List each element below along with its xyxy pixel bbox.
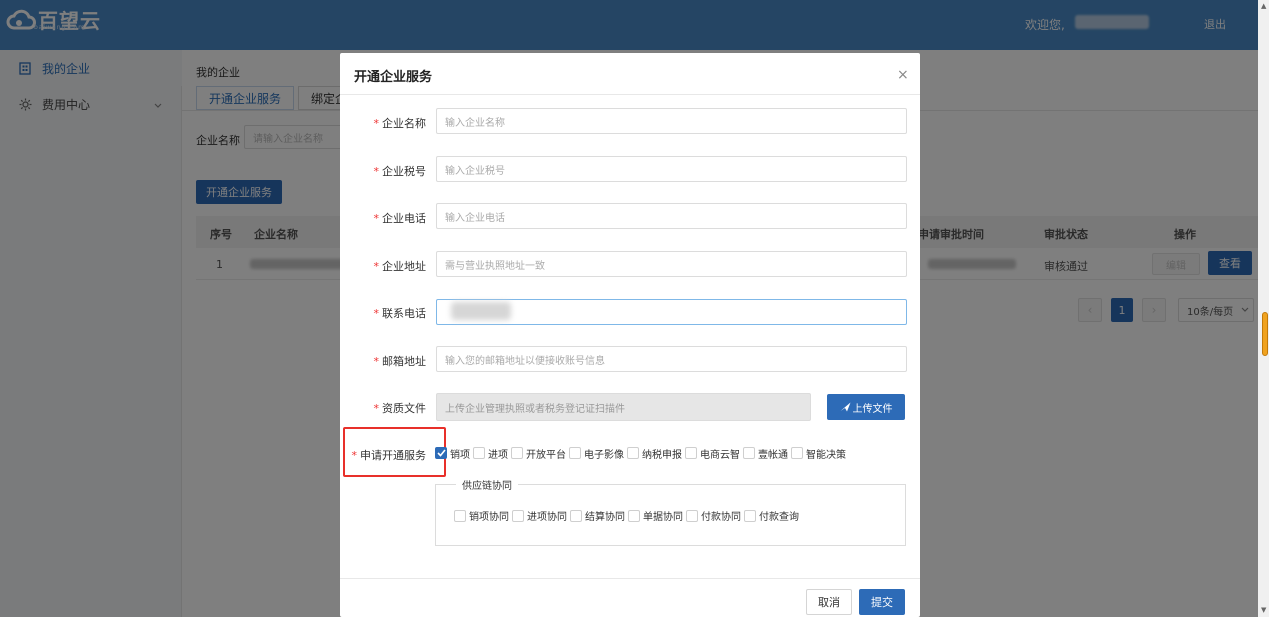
- submit-button[interactable]: 提交: [859, 589, 905, 615]
- service-checkbox-1[interactable]: 进项: [473, 446, 508, 461]
- send-icon: [840, 402, 850, 412]
- company-phone-label: * 企业电话: [373, 212, 427, 225]
- checkbox-empty-icon[interactable]: [627, 447, 639, 459]
- dialog-header-divider: [340, 94, 920, 95]
- service-checkbox-7[interactable]: 智能决策: [791, 446, 846, 461]
- company-address-input[interactable]: 需与营业执照地址一致: [436, 251, 907, 277]
- service-checkbox-0[interactable]: 销项: [435, 446, 470, 461]
- supply-chain-checkbox-3[interactable]: 单据协同: [628, 508, 683, 523]
- scroll-down-arrow-icon[interactable]: ▼: [1261, 606, 1266, 614]
- supply-chain-checkbox-5[interactable]: 付款查询: [744, 508, 799, 523]
- dialog-footer-divider: [340, 578, 920, 579]
- scroll-up-arrow-icon[interactable]: ▲: [1261, 2, 1266, 10]
- service-checkbox-6[interactable]: 壹帐通: [743, 446, 788, 461]
- service-option-label: 纳税申报: [642, 449, 682, 461]
- qualification-file-label: * 资质文件: [373, 402, 427, 415]
- service-option-label: 开放平台: [526, 449, 566, 461]
- checkbox-empty-icon[interactable]: [512, 509, 524, 522]
- checkbox-empty-icon[interactable]: [570, 509, 582, 522]
- company-address-label: * 企业地址: [373, 260, 427, 273]
- service-option-label: 壹帐通: [758, 449, 788, 461]
- email-input[interactable]: 输入您的邮箱地址以便接收账号信息: [436, 346, 907, 372]
- supply-chain-option-label: 进项协同: [527, 512, 567, 523]
- supply-chain-checkbox-2[interactable]: 结算协同: [570, 508, 625, 523]
- contact-phone-label: * 联系电话: [373, 307, 427, 320]
- email-label: * 邮箱地址: [373, 355, 427, 368]
- upload-file-button[interactable]: 上传文件: [827, 394, 905, 420]
- company-phone-input[interactable]: 输入企业电话: [436, 203, 907, 229]
- qualification-file-input: 上传企业管理执照或者税务登记证扫描件: [436, 393, 811, 421]
- supply-chain-options: 销项协同 进项协同 结算协同 单据协同 付款协同 付款查询: [454, 508, 802, 523]
- service-option-label: 进项: [488, 449, 508, 461]
- checkbox-empty-icon[interactable]: [473, 447, 485, 459]
- company-name-label: * 企业名称: [373, 117, 427, 130]
- service-options: 销项 进项 开放平台 电子影像 纳税申报 电商云智 壹帐通 智能决策: [435, 445, 849, 461]
- checkbox-empty-icon[interactable]: [744, 509, 756, 522]
- supply-chain-option-label: 付款协同: [701, 512, 741, 523]
- service-option-label: 智能决策: [806, 449, 846, 461]
- checkbox-empty-icon[interactable]: [628, 509, 640, 522]
- supply-chain-option-label: 销项协同: [469, 512, 509, 523]
- dialog-title: 开通企业服务: [354, 70, 433, 85]
- service-checkbox-3[interactable]: 电子影像: [569, 446, 624, 461]
- services-label: * 申请开通服务: [351, 449, 427, 462]
- checkbox-empty-icon[interactable]: [791, 447, 803, 459]
- checkbox-empty-icon[interactable]: [454, 509, 466, 522]
- tax-id-label: * 企业税号: [373, 165, 427, 178]
- supply-chain-checkbox-4[interactable]: 付款协同: [686, 508, 741, 523]
- service-option-label: 销项: [450, 449, 470, 461]
- checkbox-empty-icon[interactable]: [743, 447, 755, 459]
- supply-chain-option-label: 单据协同: [643, 512, 683, 523]
- contact-phone-input[interactable]: [436, 299, 907, 325]
- company-name-input[interactable]: 输入企业名称: [436, 108, 907, 134]
- service-option-label: 电子影像: [584, 449, 624, 461]
- page-scrollbar[interactable]: [1258, 0, 1269, 617]
- checkbox-empty-icon[interactable]: [685, 447, 697, 459]
- supply-chain-option-label: 结算协同: [585, 512, 625, 523]
- checkbox-empty-icon[interactable]: [569, 447, 581, 459]
- supply-chain-checkbox-0[interactable]: 销项协同: [454, 508, 509, 523]
- phone-number-redacted: [451, 302, 511, 320]
- service-checkbox-5[interactable]: 电商云智: [685, 446, 740, 461]
- supply-chain-checkbox-1[interactable]: 进项协同: [512, 508, 567, 523]
- supply-chain-group: 供应链协同 销项协同 进项协同 结算协同 单据协同 付款协同 付款查询: [435, 477, 906, 546]
- checkbox-empty-icon[interactable]: [686, 509, 698, 522]
- supply-chain-option-label: 付款查询: [759, 512, 799, 523]
- scrollbar-thumb[interactable]: [1262, 312, 1268, 356]
- service-option-label: 电商云智: [700, 449, 740, 461]
- service-checkbox-4[interactable]: 纳税申报: [627, 446, 682, 461]
- open-service-dialog: 开通企业服务 × * 企业名称 输入企业名称 * 企业税号 输入企业税号 * 企业电话…: [340, 53, 920, 617]
- tax-id-input[interactable]: 输入企业税号: [436, 156, 907, 182]
- close-icon[interactable]: ×: [897, 67, 909, 83]
- supply-chain-legend: 供应链协同: [456, 477, 518, 492]
- cancel-button[interactable]: 取消: [806, 589, 852, 615]
- checkbox-empty-icon[interactable]: [511, 447, 523, 459]
- upload-file-label: 上传文件: [852, 403, 893, 415]
- checkbox-checked-icon[interactable]: [435, 447, 447, 459]
- service-checkbox-2[interactable]: 开放平台: [511, 446, 566, 461]
